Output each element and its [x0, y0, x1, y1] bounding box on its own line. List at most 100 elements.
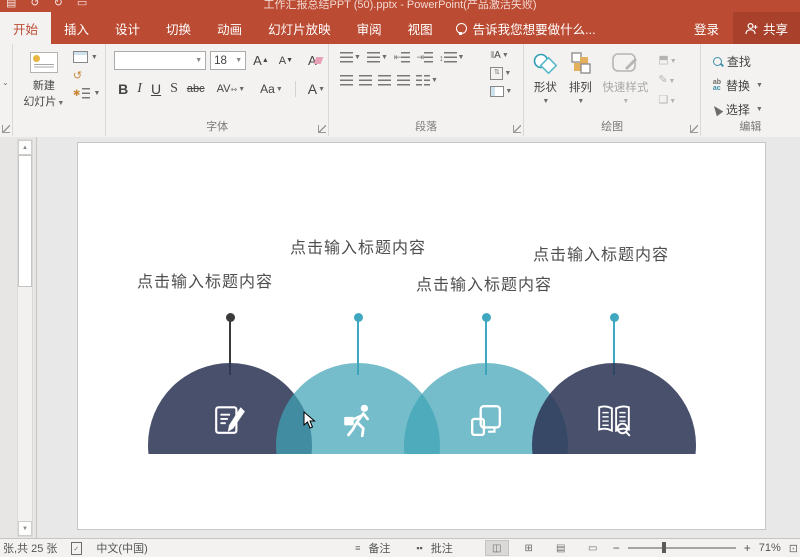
clipboard-dialog-launcher[interactable]: [2, 125, 10, 133]
title-text-2[interactable]: 点击输入标题内容: [290, 234, 426, 258]
select-button[interactable]: 选择▼: [713, 101, 800, 118]
shapes-icon: [532, 52, 558, 76]
zoom-slider[interactable]: [628, 547, 736, 549]
change-case-button[interactable]: Aa▼: [260, 82, 283, 96]
spacing-letters: AV: [217, 83, 231, 95]
dropdown-arrow-icon: ▼: [577, 98, 584, 105]
scroll-down-button[interactable]: ▼: [18, 521, 32, 536]
align-text-button[interactable]: ⇅▼: [490, 67, 511, 80]
font-size-value: 18: [214, 55, 227, 67]
tab-design[interactable]: 设计: [102, 12, 153, 44]
slide-sorter-icon: ⊞: [525, 543, 533, 554]
character-spacing-button[interactable]: AV⇿▼: [217, 83, 246, 95]
italic-button[interactable]: I: [137, 81, 142, 97]
text-direction-button[interactable]: ⫴A▼: [490, 50, 508, 61]
dropdown-arrow-icon: ▼: [93, 90, 100, 97]
comments-button[interactable]: 批注: [431, 540, 453, 556]
tab-animations[interactable]: 动画: [204, 12, 255, 44]
group-clipboard-partial: ⌄: [0, 44, 13, 136]
normal-view-button[interactable]: ◫: [485, 540, 509, 556]
tab-slideshow[interactable]: 幻灯片放映: [255, 12, 344, 44]
zoom-out-button[interactable]: −: [613, 541, 620, 555]
spellcheck-icon[interactable]: [71, 542, 82, 555]
increase-indent-button[interactable]: ⇥: [416, 52, 433, 63]
shadow-button[interactable]: S: [170, 81, 178, 97]
tab-view[interactable]: 视图: [395, 12, 446, 44]
convert-smartart-button[interactable]: ▼: [490, 86, 512, 97]
sign-in-button[interactable]: 登录: [680, 12, 733, 44]
slideshow-view-button[interactable]: ▭: [581, 540, 605, 556]
columns-button[interactable]: ▼: [416, 75, 438, 86]
reset-slide-button[interactable]: ↺: [73, 69, 100, 82]
group-slides: 新建 幻灯片▼ ▼ ↺ ✱▼: [13, 44, 106, 136]
slide-canvas[interactable]: 点击输入标题内容 点击输入标题内容 点击输入标题内容 点击输入标题内容: [77, 142, 766, 530]
share-button[interactable]: 共享: [733, 12, 800, 44]
bold-button[interactable]: B: [118, 81, 128, 97]
shape-outline-button[interactable]: ✎▼: [658, 73, 676, 86]
tell-me-box[interactable]: 告诉我您想要做什么...: [446, 12, 606, 44]
zoom-level[interactable]: 71%: [759, 542, 781, 554]
window-title: 工作汇报总结PPT (50).pptx - PowerPoint(产品激活失败): [0, 0, 800, 12]
shape-fill-button[interactable]: ⬒▼: [658, 53, 676, 66]
shrink-font-button[interactable]: A▼: [279, 55, 293, 67]
underline-button[interactable]: U: [151, 81, 161, 97]
grow-font-button[interactable]: A▲: [253, 53, 269, 68]
slide-number-status[interactable]: 张,共 25 张: [3, 540, 57, 556]
reading-view-button[interactable]: ▤: [549, 540, 573, 556]
align-right-button[interactable]: [378, 75, 391, 86]
slide-sorter-view-button[interactable]: ⊞: [517, 540, 541, 556]
font-group-label: 字体: [106, 118, 328, 134]
tab-transitions[interactable]: 切换: [153, 12, 204, 44]
strikethrough-button[interactable]: abc: [187, 83, 205, 95]
zoom-in-button[interactable]: +: [744, 541, 751, 555]
replace-label: 替换: [726, 77, 750, 94]
title-text-4[interactable]: 点击输入标题内容: [533, 241, 669, 265]
align-left-button[interactable]: [340, 75, 353, 86]
drawing-dialog-launcher[interactable]: [690, 125, 698, 133]
title-text-1[interactable]: 点击输入标题内容: [137, 268, 273, 292]
font-size-combobox[interactable]: 18▼: [210, 51, 246, 70]
scrollbar-thumb[interactable]: [18, 155, 32, 287]
font-color-button[interactable]: A▼: [308, 81, 325, 97]
numbering-button[interactable]: ▼: [367, 52, 388, 63]
replace-button[interactable]: abac替换▼: [713, 77, 800, 94]
case-letters: Aa: [260, 82, 275, 96]
language-status[interactable]: 中文(中国): [96, 540, 147, 556]
line-spacing-button[interactable]: ↕▼: [439, 52, 464, 63]
scroll-up-button[interactable]: ▲: [18, 140, 32, 155]
smartart-icon: [490, 86, 504, 97]
font-dialog-launcher[interactable]: [318, 125, 326, 133]
tab-insert[interactable]: 插入: [51, 12, 102, 44]
title-text-3[interactable]: 点击输入标题内容: [416, 271, 552, 295]
bullets-button[interactable]: ▼: [340, 52, 361, 63]
section-button[interactable]: ✱▼: [73, 88, 100, 99]
zoom-slider-thumb[interactable]: [662, 542, 666, 553]
find-icon: [713, 57, 722, 66]
dropdown-arrow-icon: ▼: [502, 52, 509, 59]
layout-button[interactable]: ▼: [73, 51, 100, 63]
thumbnail-scrollbar[interactable]: ▲ ▼: [17, 139, 33, 537]
shape-effects-button[interactable]: ❏▼: [658, 93, 676, 106]
decrease-indent-button[interactable]: ⇤: [394, 52, 411, 63]
tab-review[interactable]: 审阅: [344, 12, 395, 44]
notes-button[interactable]: 备注: [368, 540, 390, 556]
align-center-button[interactable]: [359, 75, 372, 86]
slide-thumbnail-panel[interactable]: ▲ ▼: [0, 137, 37, 538]
new-slide-button[interactable]: 新建 幻灯片▼: [21, 44, 67, 136]
quick-styles-icon: [611, 52, 639, 76]
select-cursor-icon: [711, 103, 723, 116]
dropdown-arrow-icon: ▼: [756, 106, 763, 113]
font-name-combobox[interactable]: ▼: [114, 51, 206, 70]
dropdown-arrow-icon: ▼: [381, 54, 388, 61]
eraser-icon: [313, 57, 323, 64]
clear-formatting-button[interactable]: A: [308, 53, 322, 68]
devices-icon: [469, 403, 503, 437]
shrink-font-letter: A: [279, 55, 286, 67]
tab-home[interactable]: 开始: [0, 12, 51, 44]
paste-icon[interactable]: ⌄: [2, 78, 9, 87]
dome-shapes-group[interactable]: [148, 363, 696, 454]
find-button[interactable]: 查找: [713, 53, 800, 70]
paragraph-dialog-launcher[interactable]: [513, 125, 521, 133]
justify-button[interactable]: [397, 75, 410, 86]
fit-to-window-icon[interactable]: ⊡: [789, 542, 798, 555]
